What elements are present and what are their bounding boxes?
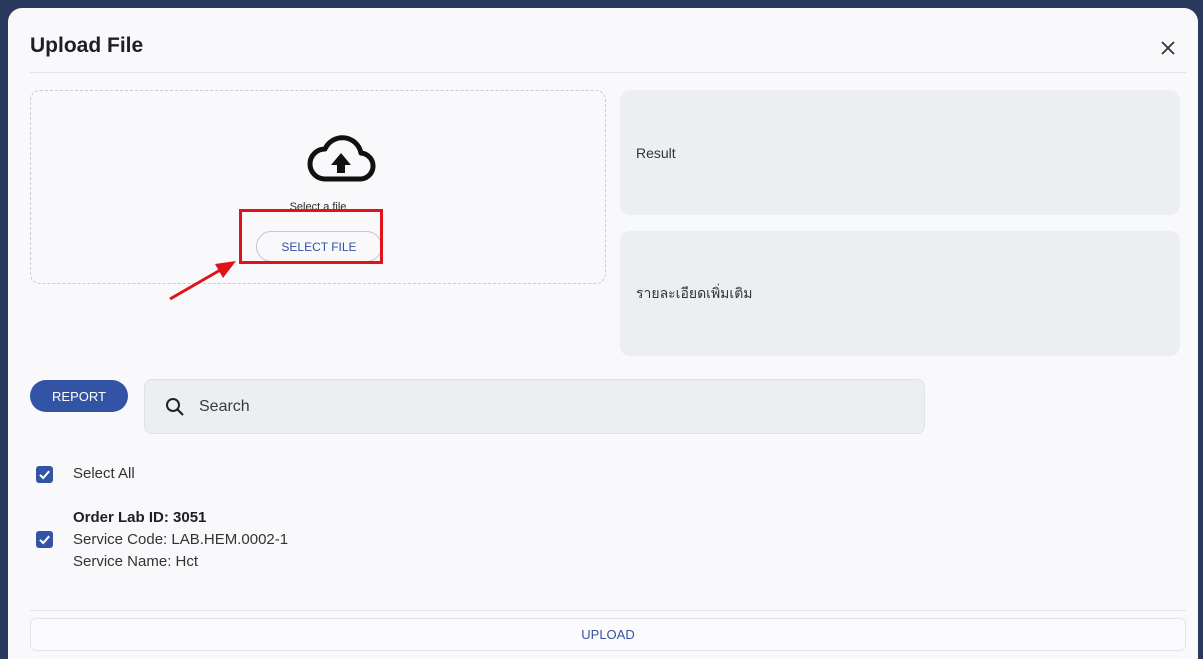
- order-lab-id: Order Lab ID: 3051: [73, 509, 207, 526]
- close-icon[interactable]: [1156, 36, 1180, 60]
- additional-details-label: รายละเอียดเพิ่มเติม: [636, 284, 753, 301]
- search-icon: [166, 398, 184, 416]
- dialog-title: Upload File: [30, 34, 144, 57]
- select-all-label: Select All: [73, 465, 135, 482]
- checkmark-icon: [39, 470, 50, 480]
- upload-file-dialog: Upload File Select a file SELECT FILE Re…: [8, 8, 1198, 659]
- header-divider: [30, 72, 1186, 73]
- upload-button[interactable]: UPLOAD: [30, 618, 1186, 651]
- cloud-upload-icon: [307, 135, 376, 182]
- service-code: Service Code: LAB.HEM.0002-1: [73, 531, 289, 548]
- result-label: Result: [636, 144, 676, 161]
- select-all-checkbox[interactable]: [36, 466, 53, 483]
- search-field[interactable]: [144, 379, 925, 434]
- checkmark-icon: [39, 535, 50, 545]
- report-button[interactable]: REPORT: [30, 380, 128, 412]
- highlight-box: [239, 209, 383, 264]
- list-item: Order Lab ID: 3051 Service Code: LAB.HEM…: [73, 507, 288, 573]
- footer-divider: [30, 610, 1186, 611]
- search-input[interactable]: [199, 380, 899, 433]
- item-checkbox[interactable]: [36, 531, 53, 548]
- result-panel: Result: [620, 90, 1180, 215]
- additional-details-panel: รายละเอียดเพิ่มเติม: [620, 231, 1180, 356]
- service-name: Service Name: Hct: [73, 553, 199, 570]
- arrow-annotation-icon: [169, 261, 236, 301]
